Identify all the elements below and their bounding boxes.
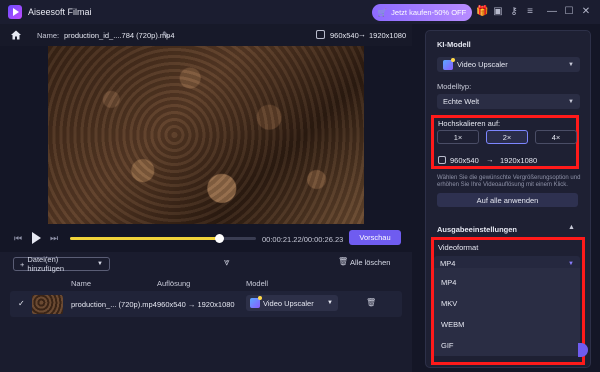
- file-name: production_id_....784 (720p).mp4: [64, 31, 175, 40]
- scale-1x-button[interactable]: 1×: [437, 130, 479, 144]
- skip-back-icon[interactable]: ⏮: [14, 233, 22, 244]
- upscaler-icon: [443, 57, 455, 70]
- minimize-icon[interactable]: —: [546, 6, 558, 18]
- ki-model-title: KI-Modell: [437, 40, 471, 49]
- chevron-down-icon: ▼: [97, 261, 103, 267]
- modeltyp-value: Echte Welt: [443, 97, 480, 106]
- play-icon[interactable]: [32, 232, 41, 244]
- row-res-from: 960x540: [157, 300, 186, 309]
- scale-label: Hochskalieren auf:: [438, 119, 501, 128]
- time-display: 00:00:21.22/00:00:26.23: [262, 235, 344, 244]
- source-resolution: 960x540: [330, 31, 359, 40]
- video-thumbnail: [32, 295, 63, 314]
- row-model-select[interactable]: Video Upscaler ▼: [246, 295, 338, 311]
- output-settings-title[interactable]: Ausgabeeinstellungen: [437, 225, 517, 234]
- target-resolution: 1920x1080: [369, 31, 407, 40]
- chevron-up-icon[interactable]: ▲: [568, 224, 575, 231]
- preview-button[interactable]: Vorschau: [349, 230, 401, 245]
- row-resolution: 960x540 → 1920x1080: [157, 300, 235, 309]
- resolution-icon: [316, 30, 325, 39]
- scale-res-from: 960x540: [450, 156, 479, 165]
- trash-icon: 🗑: [338, 257, 349, 266]
- progress-handle[interactable]: [214, 234, 224, 243]
- name-label: Name:: [37, 31, 60, 40]
- menu-icon[interactable]: ≡: [524, 6, 536, 18]
- checkmark-icon[interactable]: ✓: [18, 299, 25, 308]
- column-header-resolution: Auflösung: [157, 279, 191, 288]
- format-option-mp4[interactable]: MP4: [441, 278, 456, 287]
- modeltyp-label: Modelltyp:: [437, 82, 472, 91]
- cart-icon: 🛒: [377, 8, 388, 17]
- row-model-label: Video Upscaler: [263, 298, 314, 308]
- collapse-icon[interactable]: ⩔: [224, 257, 230, 268]
- chat-icon[interactable]: ▣: [492, 6, 504, 18]
- format-option-gif[interactable]: GIF: [441, 341, 454, 350]
- chevron-down-icon: ▼: [568, 98, 574, 105]
- scale-2x-button[interactable]: 2×: [486, 130, 528, 144]
- column-header-name: Name: [71, 279, 92, 288]
- modeltyp-select[interactable]: Echte Welt ▼: [437, 94, 580, 109]
- gift-icon[interactable]: 🎁: [476, 6, 488, 18]
- resolution-icon: [438, 156, 446, 164]
- plus-icon: +: [20, 259, 25, 269]
- progress-fill: [70, 237, 219, 240]
- close-icon[interactable]: ✕: [580, 6, 592, 18]
- video-format-label: Videoformat: [438, 243, 479, 252]
- format-option-mkv[interactable]: MKV: [441, 299, 457, 308]
- add-files-button[interactable]: + Datei(en) hinzufügen ▼: [13, 255, 110, 273]
- row-res-to: 1920x1080: [197, 300, 235, 309]
- arrow-right-icon: →: [486, 155, 494, 164]
- video-format-value: MP4: [440, 259, 456, 268]
- buy-button[interactable]: 🛒 Jetzt kaufen-50% OFF: [372, 4, 472, 21]
- format-option-webm[interactable]: WEBM: [441, 320, 464, 329]
- chevron-down-icon: ▼: [327, 300, 333, 306]
- maximize-icon[interactable]: ☐: [563, 6, 575, 18]
- column-header-model: Modell: [246, 279, 269, 288]
- chevron-down-icon: ▼: [568, 61, 574, 68]
- arrow-right-icon: →: [358, 30, 366, 39]
- ki-model-value: Video Upscaler: [457, 60, 508, 69]
- delete-row-icon[interactable]: 🗑: [366, 298, 376, 307]
- upscaler-icon: [250, 296, 262, 308]
- video-preview: [48, 46, 364, 224]
- buy-button-label: Jetzt kaufen-50% OFF: [391, 8, 467, 17]
- skip-forward-icon[interactable]: ⏭: [50, 233, 58, 244]
- home-icon[interactable]: [10, 29, 22, 41]
- ki-model-select[interactable]: Video Upscaler ▼: [437, 57, 580, 72]
- row-file-name: production_... (720p).mp4: [71, 300, 157, 309]
- scale-4x-button[interactable]: 4×: [535, 130, 577, 144]
- add-files-label: Datei(en) hinzufügen: [27, 255, 65, 273]
- edit-icon[interactable]: ✎: [162, 30, 170, 41]
- apply-all-button[interactable]: Auf alle anwenden: [437, 193, 578, 207]
- scale-hint: Wählen Sie die gewünschte Vergrößerungso…: [437, 175, 581, 188]
- scale-res-to: 1920x1080: [500, 156, 538, 165]
- key-icon[interactable]: ⚷: [508, 6, 520, 18]
- clear-all-button[interactable]: Alle löschen: [350, 258, 390, 267]
- chevron-down-icon: ▼: [568, 260, 574, 267]
- app-logo-icon: [8, 5, 22, 19]
- app-title: Aiseesoft Filmai: [28, 7, 92, 17]
